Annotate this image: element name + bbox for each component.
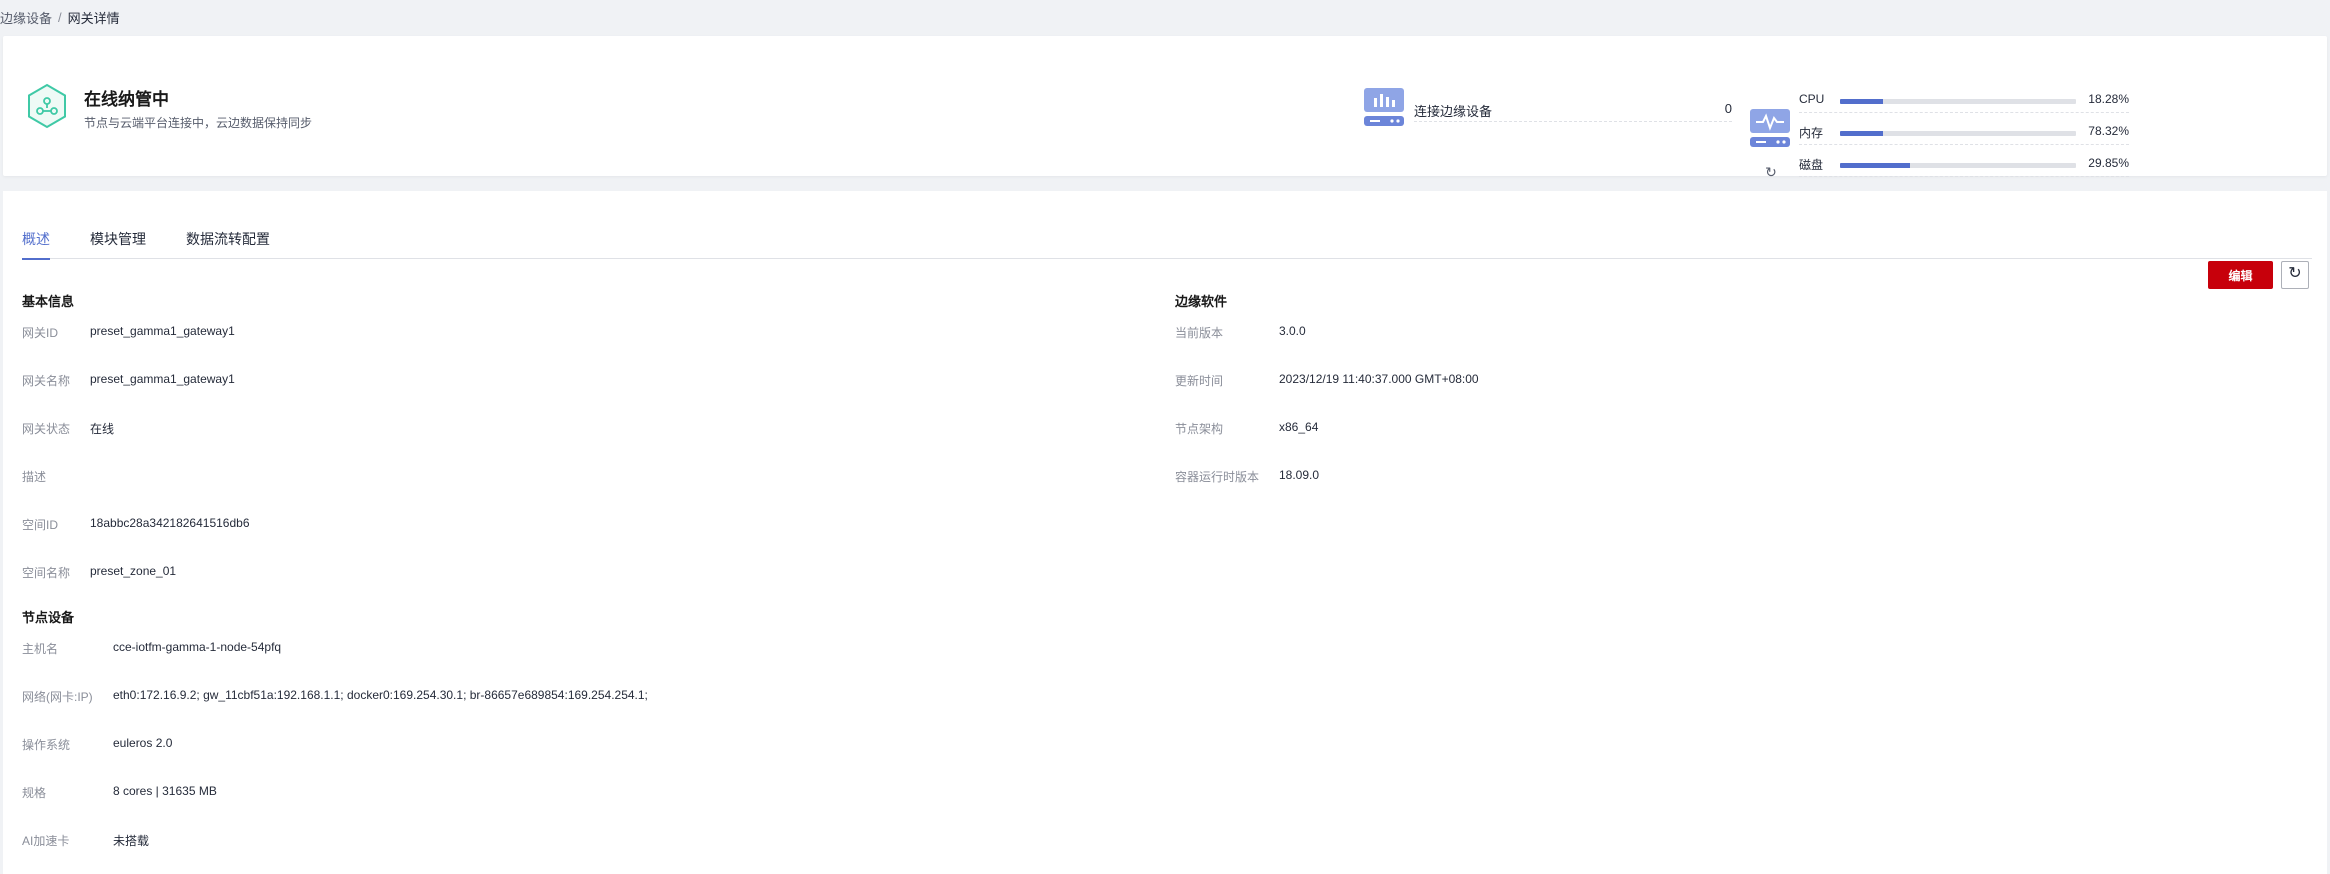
tab-data-flow-config[interactable]: 数据流转配置 bbox=[186, 219, 270, 259]
status-description: 节点与云端平台连接中，云边数据保持同步 bbox=[84, 116, 313, 130]
refresh-icon: ↻ bbox=[2288, 265, 2302, 282]
field-label-node-arch: 节点架构 bbox=[1175, 422, 1224, 436]
divider bbox=[1799, 176, 2129, 177]
metric-label: 磁盘 bbox=[1799, 158, 1824, 172]
field-label-space-name: 空间名称 bbox=[22, 566, 71, 580]
field-value-gateway-name: preset_gamma1_gateway1 bbox=[90, 372, 235, 386]
detail-tabs: 概述 模块管理 数据流转配置 bbox=[22, 219, 2312, 260]
metric-row-cpu: CPU 18.28% bbox=[1799, 88, 2129, 116]
refresh-button[interactable]: ↻ bbox=[2281, 261, 2309, 289]
breadcrumb-parent-link[interactable]: 边缘设备 bbox=[0, 8, 52, 27]
status-title: 在线纳管中 bbox=[84, 90, 169, 109]
metric-value: 78.32% bbox=[2088, 124, 2129, 138]
section-title-basic-info: 基本信息 bbox=[22, 294, 75, 309]
gateway-status-card: 在线纳管中 节点与云端平台连接中，云边数据保持同步 连接边缘设备 0 ↻ CPU… bbox=[3, 36, 2327, 180]
field-value-gateway-status: 在线 bbox=[90, 422, 115, 436]
field-value-ai-card: 未搭载 bbox=[113, 834, 150, 848]
metric-row-memory: 内存 78.32% bbox=[1799, 120, 2129, 148]
metric-row-disk: 磁盘 29.85% bbox=[1799, 152, 2129, 180]
field-value-space-id: 18abbc28a342182641516db6 bbox=[90, 516, 250, 530]
field-label-description: 描述 bbox=[22, 470, 47, 484]
metric-value: 18.28% bbox=[2088, 92, 2129, 106]
edge-device-chart-icon bbox=[1364, 88, 1404, 126]
field-value-current-version: 3.0.0 bbox=[1279, 324, 1306, 338]
breadcrumb-current: 网关详情 bbox=[67, 10, 120, 26]
resource-metrics: ↻ CPU 18.28% 内存 78.32% 磁盘 29.85% bbox=[1749, 88, 2129, 188]
field-value-space-name: preset_zone_01 bbox=[90, 564, 177, 578]
field-label-gateway-name: 网关名称 bbox=[22, 374, 71, 388]
field-label-update-time: 更新时间 bbox=[1175, 374, 1224, 388]
field-label-gateway-id: 网关ID bbox=[22, 326, 59, 340]
field-value-network: eth0:172.16.9.2; gw_11cbf51a:192.168.1.1… bbox=[113, 688, 648, 702]
connected-devices-value: 0 bbox=[1724, 101, 1732, 116]
metric-progress-fill bbox=[1840, 99, 1884, 104]
tab-module-management[interactable]: 模块管理 bbox=[90, 219, 146, 259]
metric-progress-fill bbox=[1840, 163, 1911, 168]
metric-label: 内存 bbox=[1799, 126, 1824, 140]
divider bbox=[1799, 144, 2129, 145]
monitor-pulse-icon bbox=[1750, 109, 1790, 147]
connected-devices-label: 连接边缘设备 bbox=[1414, 104, 1493, 119]
edit-button[interactable]: 编辑 bbox=[2208, 261, 2273, 289]
gateway-online-icon bbox=[28, 83, 66, 129]
metrics-refresh-icon[interactable]: ↻ bbox=[1763, 164, 1779, 180]
metric-progress-bar bbox=[1840, 131, 2076, 136]
field-value-os: euleros 2.0 bbox=[113, 736, 173, 750]
field-label-ai-card: AI加速卡 bbox=[22, 834, 70, 848]
field-value-spec: 8 cores | 31635 MB bbox=[113, 784, 217, 798]
field-label-space-id: 空间ID bbox=[22, 518, 59, 532]
metric-progress-bar bbox=[1840, 99, 2076, 104]
connected-devices-stat: 连接边缘设备 0 bbox=[1362, 86, 1732, 136]
field-label-current-version: 当前版本 bbox=[1175, 326, 1224, 340]
field-value-container-runtime: 18.09.0 bbox=[1279, 468, 1320, 482]
field-value-gateway-id: preset_gamma1_gateway1 bbox=[90, 324, 235, 338]
breadcrumb-separator: / bbox=[58, 9, 62, 25]
field-label-os: 操作系统 bbox=[22, 738, 71, 752]
field-label-container-runtime: 容器运行时版本 bbox=[1175, 470, 1260, 484]
metric-label: CPU bbox=[1799, 92, 1825, 106]
divider bbox=[1414, 121, 1732, 122]
field-label-network: 网络(网卡:IP) bbox=[22, 690, 93, 704]
gateway-detail-panel: 概述 模块管理 数据流转配置 编辑 ↻ 基本信息 网关ID preset_gam… bbox=[3, 191, 2327, 874]
metric-progress-bar bbox=[1840, 163, 2076, 168]
divider bbox=[1799, 112, 2129, 113]
tab-overview[interactable]: 概述 bbox=[22, 219, 50, 260]
section-title-node-device: 节点设备 bbox=[22, 610, 75, 625]
metric-progress-fill bbox=[1840, 131, 1884, 136]
field-label-gateway-status: 网关状态 bbox=[22, 422, 71, 436]
field-value-node-arch: x86_64 bbox=[1279, 420, 1319, 434]
field-value-update-time: 2023/12/19 11:40:37.000 GMT+08:00 bbox=[1279, 372, 1479, 386]
field-value-hostname: cce-iotfm-gamma-1-node-54pfq bbox=[113, 640, 282, 654]
section-title-edge-software: 边缘软件 bbox=[1175, 294, 1228, 309]
field-label-hostname: 主机名 bbox=[22, 642, 59, 656]
field-label-spec: 规格 bbox=[22, 786, 47, 800]
breadcrumb: 边缘设备 / 网关详情 bbox=[0, 7, 120, 27]
metric-value: 29.85% bbox=[2088, 156, 2129, 170]
